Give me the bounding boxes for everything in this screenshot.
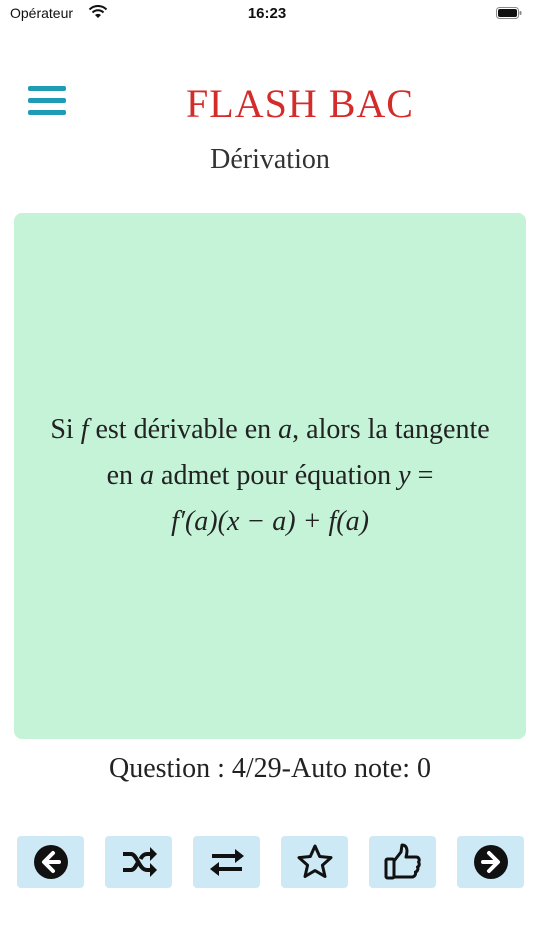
card-line-2: en a admet pour équation y = <box>106 460 434 491</box>
math-var: a <box>140 460 155 491</box>
like-button[interactable] <box>369 836 436 888</box>
status-time: 16:23 <box>247 5 287 22</box>
chapter-title: Dérivation <box>210 144 330 175</box>
repeat-swap-icon <box>209 849 244 876</box>
shuffle-icon <box>122 847 157 877</box>
favorite-button[interactable] <box>281 836 348 888</box>
card-formula: f′(a)(x − a) + f(a) <box>171 506 369 537</box>
math-var: a <box>278 414 293 445</box>
math-var: y <box>398 460 411 491</box>
arrow-left-circle-icon <box>33 845 68 879</box>
app-title: FLASH BAC <box>186 81 414 126</box>
status-bar: Opérateur 16:23 <box>0 0 534 30</box>
question-progress: Question : 4/29-Auto note: 0 <box>109 753 431 784</box>
card-line-1: Si f est dérivable en a, alors la tangen… <box>50 414 490 445</box>
card-statement: Si f est dérivable en a, alors la tangen… <box>14 213 526 739</box>
repeat-button[interactable] <box>193 836 260 888</box>
bottom-toolbar <box>17 836 524 888</box>
shuffle-button[interactable] <box>105 836 172 888</box>
battery-icon <box>496 7 522 19</box>
arrow-right-circle-icon <box>473 845 508 879</box>
next-button[interactable] <box>457 836 524 888</box>
star-outline-icon <box>297 844 332 878</box>
flash-card[interactable]: Si f est dérivable en a, alors la tangen… <box>14 213 526 739</box>
thumbs-up-icon <box>384 843 421 880</box>
previous-button[interactable] <box>17 836 84 888</box>
